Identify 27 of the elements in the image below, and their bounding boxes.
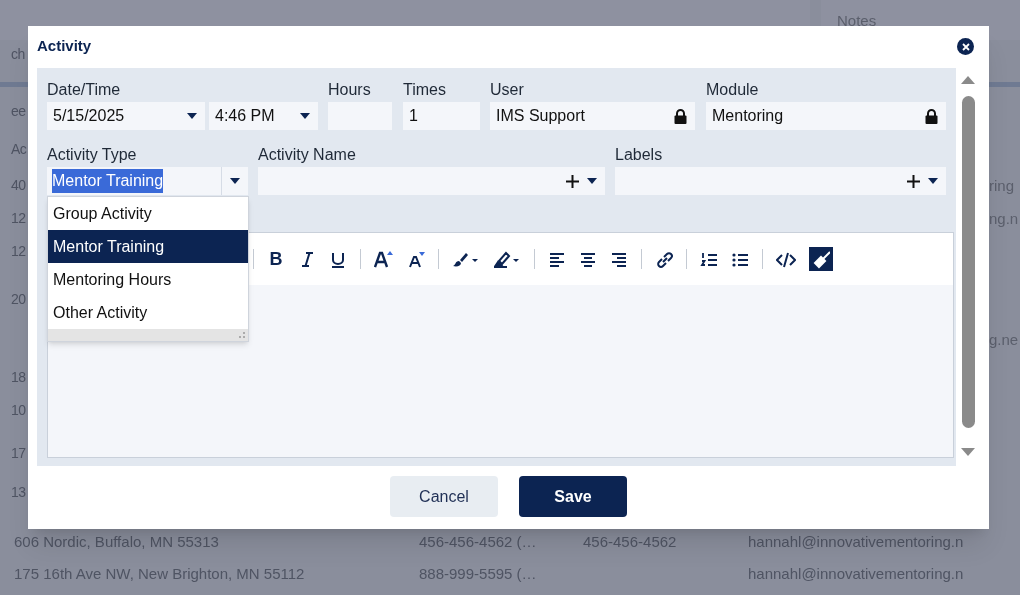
background-text: ch <box>11 45 25 64</box>
field-label: User <box>490 80 524 100</box>
field-label: Activity Type <box>47 145 137 165</box>
background-text: Ac <box>11 140 27 159</box>
email-cell-text: hannahl@innovativementoring.n <box>748 532 964 552</box>
background-text: ee <box>11 102 26 121</box>
background-text: 18 <box>11 368 26 387</box>
address-cell-text: 606 Nordic, Buffalo, MN 55313 <box>14 532 219 552</box>
field-label: Labels <box>615 145 663 165</box>
field-label: Module <box>706 80 759 100</box>
email-cell-text: hannahl@innovativementoring.n <box>748 564 964 584</box>
phone-cell-text: 456-456-4562 <box>583 532 677 552</box>
background-text: 10 <box>11 401 26 420</box>
address-cell-text: 175 16th Ave NW, New Brighton, MN 55112 <box>14 564 305 584</box>
field-label: Date/Time <box>47 80 121 100</box>
background-text: 17 <box>11 444 26 463</box>
background-text: 12 <box>11 209 26 228</box>
phone-cell-text: 456-456-4562 (… <box>419 532 537 552</box>
background-text: 12 <box>11 242 26 261</box>
background-text: 40 <box>11 176 26 195</box>
field-label: Times <box>403 80 446 100</box>
background-text: 13 <box>11 483 26 502</box>
background-text: 20 <box>11 290 26 309</box>
field-label: Activity Name <box>258 145 356 165</box>
phone-cell-text: 888-999-5595 (… <box>419 564 537 584</box>
dialog-title: Activity <box>37 36 92 56</box>
field-label: Hours <box>328 80 371 100</box>
